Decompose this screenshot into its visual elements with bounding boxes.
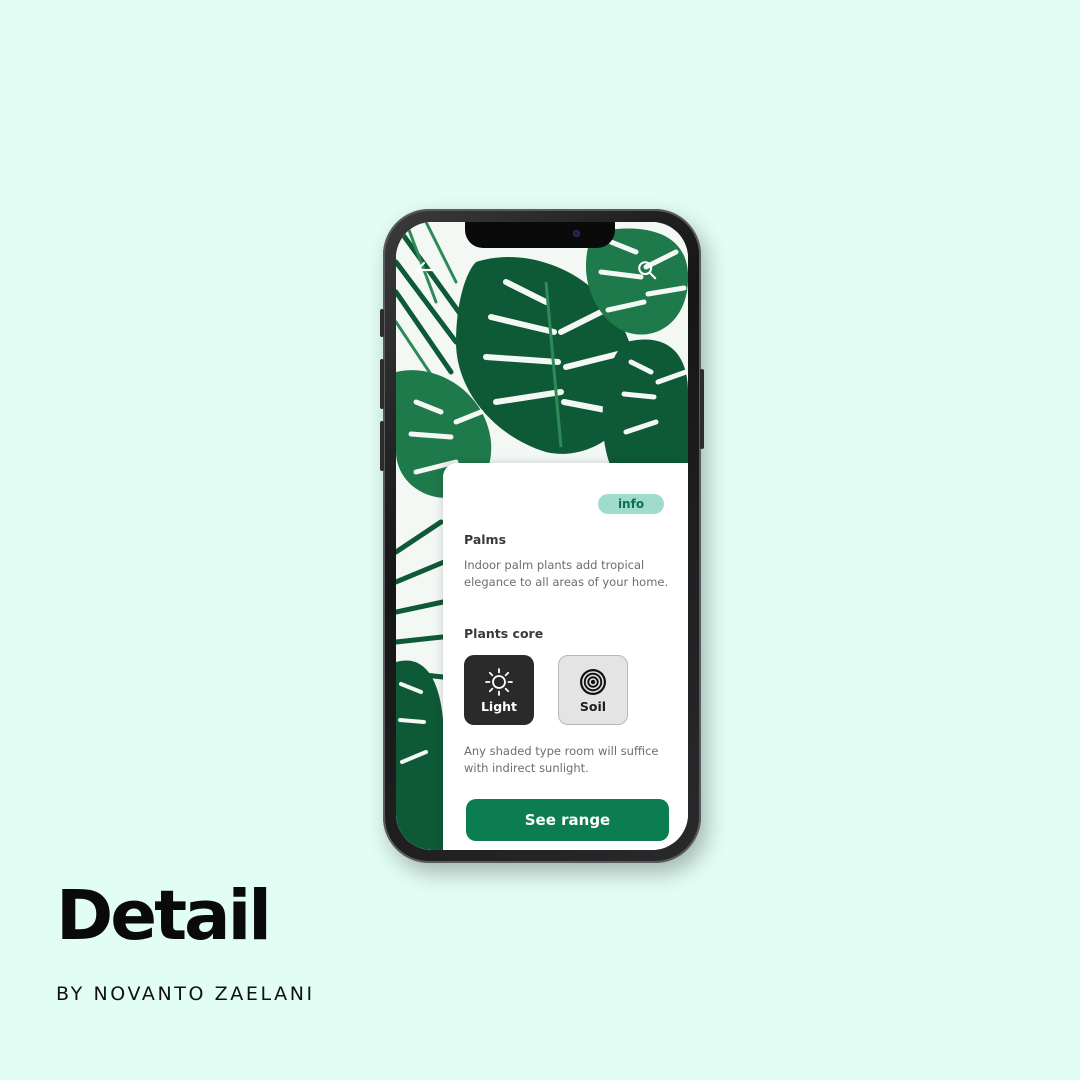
info-badge[interactable]: info [598, 494, 664, 514]
plant-description: Indoor palm plants add tropical elegance… [464, 558, 669, 589]
care-description: Any shaded type room will suffice with i… [464, 744, 659, 775]
phone-screen: info Palms Indoor palm plants add tropic… [396, 222, 688, 850]
page-title: Detail [56, 876, 272, 956]
front-camera [573, 230, 580, 237]
back-button[interactable] [408, 253, 442, 287]
author-byline: BY NOVANTO ZAELANI [56, 983, 315, 1005]
phone-mute-switch [380, 309, 384, 337]
care-section-title: Plants core [464, 626, 544, 641]
phone-mockup: info Palms Indoor palm plants add tropic… [380, 209, 704, 863]
plant-title: Palms [464, 532, 507, 547]
search-icon [638, 261, 657, 280]
care-option-soil[interactable]: Soil [558, 655, 628, 725]
plant-info-card: info Palms Indoor palm plants add tropic… [443, 463, 688, 850]
search-button[interactable] [630, 253, 664, 287]
sun-icon [485, 667, 513, 696]
phone-volume-up [380, 359, 384, 409]
see-range-button[interactable]: See range [466, 799, 669, 841]
arrow-left-icon [415, 261, 435, 279]
soil-rings-icon [580, 668, 606, 695]
phone-power-button [700, 369, 704, 449]
presentation-canvas: info Palms Indoor palm plants add tropic… [0, 0, 1080, 1080]
phone-notch [465, 222, 615, 248]
phone-volume-down [380, 421, 384, 471]
care-option-label: Light [480, 698, 518, 714]
care-option-light[interactable]: Light [464, 655, 534, 725]
care-option-label: Soil [579, 698, 607, 714]
